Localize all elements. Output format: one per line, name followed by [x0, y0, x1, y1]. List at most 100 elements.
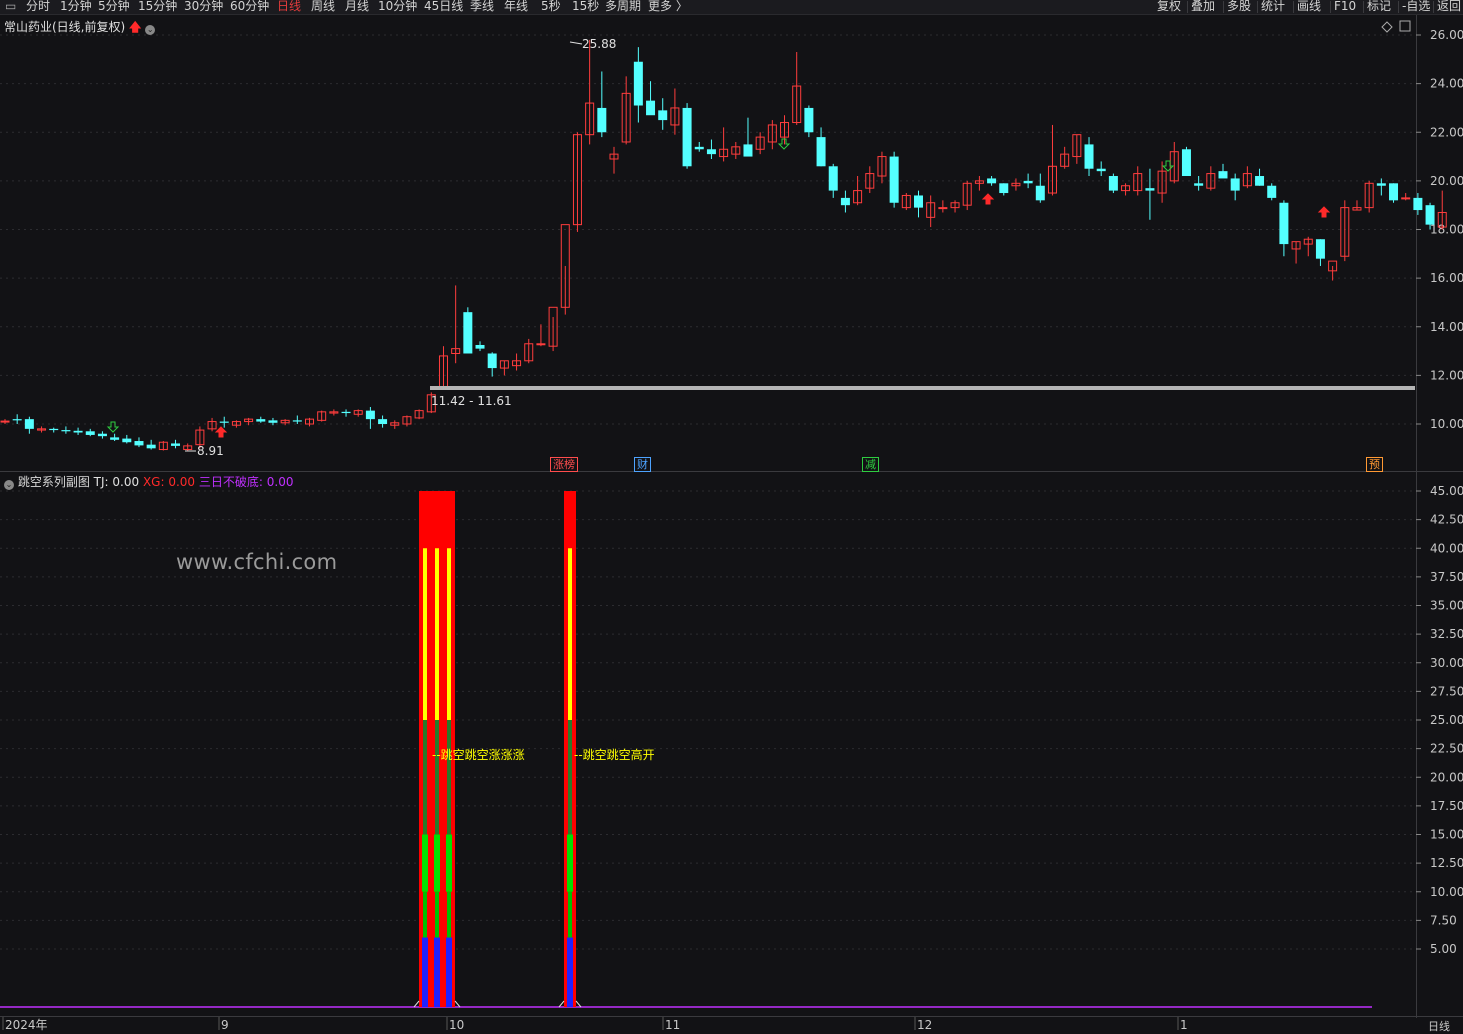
gap-bar-green — [567, 834, 573, 892]
sanri-value: 三日不破底: 0.00 — [198, 475, 294, 489]
candle-body — [97, 433, 107, 437]
toolbar-right-7[interactable]: -自选 — [1402, 0, 1430, 13]
toolbar-right-3[interactable]: 统计 — [1261, 0, 1285, 13]
watermark: www.cfchi.com — [176, 550, 338, 574]
main-chart-title: 常山药业(日线,前复权) 🡅 ⌄ — [4, 18, 156, 39]
sell-signal-icon — [1161, 160, 1175, 172]
candle-body — [171, 443, 181, 446]
period-label: 日线 — [1428, 1020, 1450, 1033]
period-2[interactable]: 5分钟 — [98, 0, 130, 13]
candle-body — [1023, 180, 1033, 184]
chart-canvas[interactable]: 26.0024.0022.0020.0018.0016.0014.0012.00… — [0, 0, 1463, 1034]
sub-tick-label: 42.50 — [1430, 513, 1463, 527]
period-13[interactable]: 5秒 — [541, 0, 561, 13]
period-1[interactable]: 1分钟 — [60, 0, 92, 13]
candle-body — [536, 343, 546, 346]
candle-body — [1267, 185, 1277, 198]
gap-bar-darkgreen — [423, 720, 427, 835]
candle-body — [1145, 188, 1155, 191]
sub-tick-label: 10.00 — [1430, 885, 1463, 899]
toolbar-right-2[interactable]: 多股 — [1227, 0, 1251, 13]
candle-body — [487, 353, 497, 369]
candle-body — [12, 419, 22, 421]
x-axis-label: 11 — [665, 1018, 680, 1032]
gap-bar-green2 — [435, 891, 439, 938]
period-14[interactable]: 15秒 — [572, 0, 599, 13]
price-tick-label: 24.00 — [1430, 77, 1463, 91]
buy-signal-icon — [214, 426, 228, 438]
toolbar-right-1[interactable]: 叠加 — [1191, 0, 1215, 13]
period-11[interactable]: 季线 — [470, 0, 494, 13]
stock-title[interactable]: 常山药业(日线,前复权) — [4, 20, 125, 34]
x-axis-label: 10 — [449, 1018, 464, 1032]
candle-body — [1230, 178, 1240, 191]
period-16[interactable]: 更多 〉 — [648, 0, 688, 13]
price-tick-label: 12.00 — [1430, 368, 1463, 382]
collapse-icon[interactable]: ⌄ — [4, 480, 14, 490]
period-7[interactable]: 周线 — [311, 0, 335, 13]
toolbar-right-4[interactable]: 画线 — [1297, 0, 1321, 13]
period-10[interactable]: 45日线 — [424, 0, 463, 13]
candle-body — [1401, 197, 1411, 200]
gap-bar-blue — [446, 937, 452, 1007]
period-toolbar: ▭ 分时 1分钟 5分钟 15分钟 30分钟 60分钟 日线 周线 月线 10分钟 45日线 季线 年线 5… — [0, 0, 1463, 15]
period-9[interactable]: 10分钟 — [378, 0, 417, 13]
tag-cai[interactable]: 财 — [634, 457, 651, 472]
tag-jian[interactable]: 减 — [862, 457, 879, 472]
gap-bar-yellow — [568, 548, 572, 720]
period-0[interactable]: 分时 — [26, 0, 50, 13]
candle-body — [475, 344, 485, 349]
toolbar-right-8[interactable]: 返回 — [1437, 0, 1461, 13]
gap-bar-yellow — [423, 548, 427, 720]
candle-body — [1315, 239, 1325, 259]
sub-tick-label: 12.50 — [1430, 856, 1463, 870]
candle-body — [256, 419, 266, 422]
gap-bar-green2 — [447, 891, 451, 938]
toolbar-right-5[interactable]: F10 — [1334, 0, 1356, 13]
annotation-2: --跳空跳空高开 — [574, 747, 655, 762]
period-5[interactable]: 60分钟 — [230, 0, 269, 13]
period-15[interactable]: 多周期 — [605, 0, 641, 13]
sell-signal-icon — [777, 138, 791, 150]
period-3[interactable]: 15分钟 — [138, 0, 177, 13]
period-12[interactable]: 年线 — [504, 0, 528, 13]
toolbar-right-0[interactable]: 复权 — [1157, 0, 1181, 13]
gap-bar-yellow — [435, 548, 439, 720]
sub-tick-label: 32.50 — [1430, 627, 1463, 641]
tj-value: TJ: 0.00 — [93, 475, 140, 489]
price-axis-divider — [1416, 15, 1417, 1018]
candle-body — [1279, 202, 1289, 245]
sub-tick-label: 37.50 — [1430, 570, 1463, 584]
annotation-1: --跳空跳空涨涨涨 — [432, 747, 525, 762]
range-label: 11.42 - 11.61 — [431, 394, 512, 408]
sub-tick-label: 35.00 — [1430, 599, 1463, 613]
candle-body — [146, 444, 156, 449]
candle-body — [219, 421, 229, 423]
candle-body — [1096, 168, 1106, 172]
tag-zhangbang[interactable]: 涨榜 — [550, 457, 578, 472]
menu-icon[interactable]: ▭ — [5, 0, 16, 13]
gap-bar-yellow — [447, 548, 451, 720]
gap-bar-green — [434, 834, 440, 892]
candle-body — [85, 431, 95, 435]
period-6[interactable]: 日线 — [277, 0, 301, 13]
gap-bar-darkgreen — [447, 720, 451, 835]
tag-yu[interactable]: 预 — [1366, 457, 1383, 472]
candle-body — [804, 107, 814, 133]
window-icon — [1399, 20, 1411, 32]
period-8[interactable]: 月线 — [345, 0, 369, 13]
gap-bar-blue — [434, 937, 440, 1007]
price-tick-label: 14.00 — [1430, 320, 1463, 334]
gap-bar-green2 — [423, 891, 427, 938]
price-tick-label: 16.00 — [1430, 271, 1463, 285]
toolbar-right-6[interactable]: 标记 — [1367, 0, 1391, 13]
period-4[interactable]: 30分钟 — [184, 0, 223, 13]
candle-body — [706, 149, 716, 155]
candle-body — [365, 410, 375, 420]
sub-tick-label: 22.50 — [1430, 742, 1463, 756]
dropdown-icon[interactable]: ⌄ — [145, 25, 156, 35]
indicator-name[interactable]: 跳空系列副图 — [18, 475, 90, 489]
candle-body — [938, 207, 948, 210]
sub-tick-label: 27.50 — [1430, 684, 1463, 698]
candle-body — [1084, 144, 1094, 169]
